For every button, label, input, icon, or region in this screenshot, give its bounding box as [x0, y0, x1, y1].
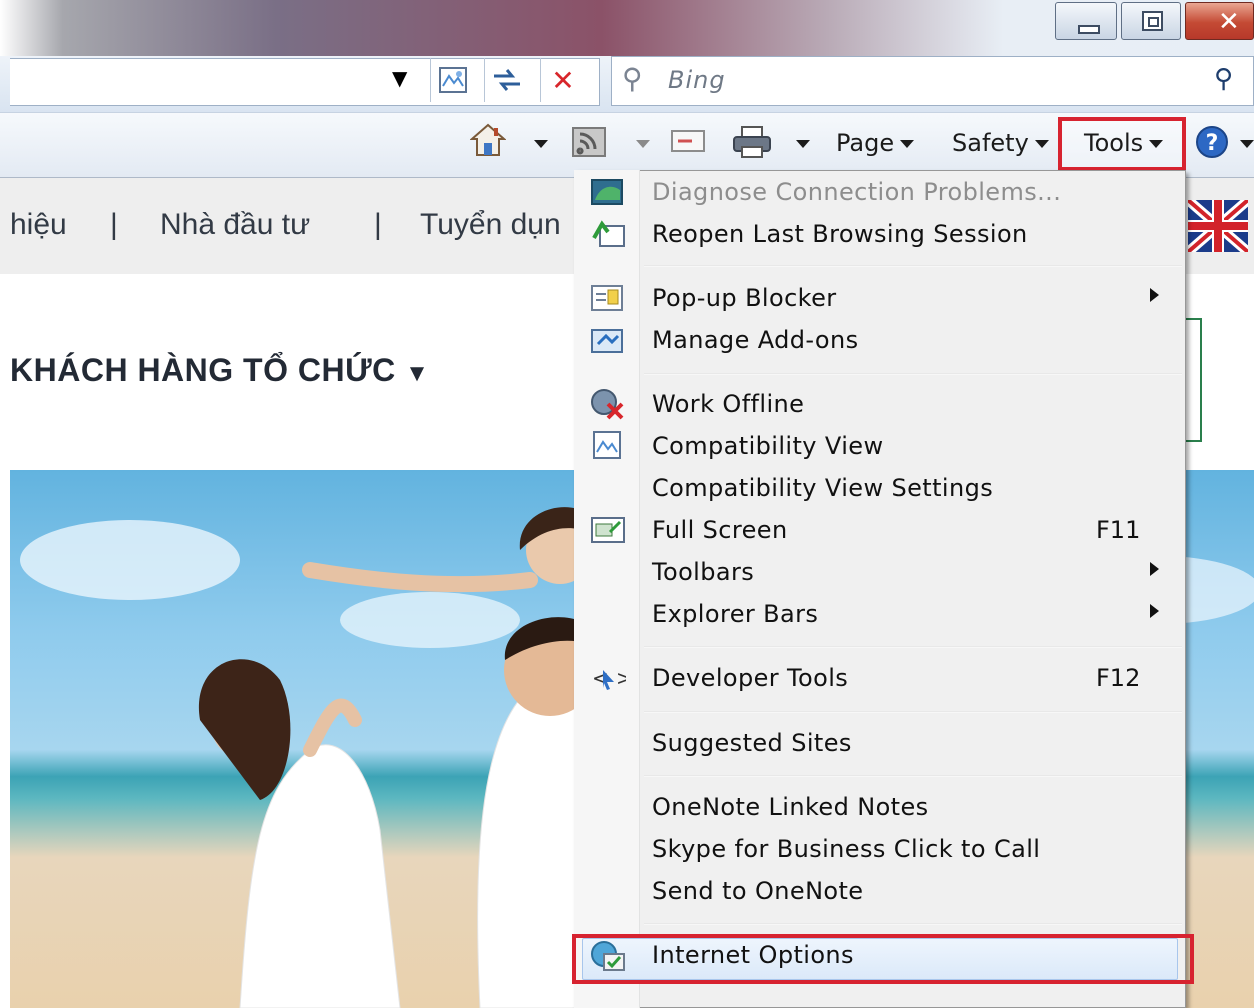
menu-item-compatibility-view-settings[interactable]: Compatibility View Settings: [652, 474, 993, 502]
menu-separator: [644, 775, 1182, 777]
feeds-icon: [572, 127, 606, 157]
menu-separator: [644, 265, 1182, 267]
home-dropdown[interactable]: [528, 129, 548, 157]
chevron-down-icon: ▼: [405, 360, 430, 387]
full-screen-icon: [591, 517, 625, 543]
read-mail-icon: [671, 130, 705, 152]
help-button[interactable]: ?: [1196, 125, 1232, 167]
menu-separator: [644, 711, 1182, 713]
menu-item-compatibility-view[interactable]: Compatibility View: [652, 432, 883, 460]
popup-blocker-icon: [591, 285, 623, 311]
chevron-down-icon: [1240, 140, 1254, 148]
english-flag-icon[interactable]: [1188, 200, 1248, 252]
section-title[interactable]: KHÁCH HÀNG TỔ CHỨC ▼: [10, 352, 429, 389]
nav-link-gioi-thieu[interactable]: hiệu: [10, 208, 67, 242]
help-icon: ?: [1196, 126, 1228, 158]
safety-menu-label: Safety: [952, 129, 1029, 157]
stop-button[interactable]: ✕: [540, 58, 585, 102]
help-dropdown[interactable]: [1234, 129, 1254, 157]
tools-menu-button[interactable]: Tools: [1084, 129, 1164, 157]
safety-menu-button[interactable]: Safety: [952, 129, 1049, 157]
chevron-down-icon: [1034, 140, 1049, 148]
svg-text:?: ?: [1206, 131, 1219, 156]
feeds-button[interactable]: [572, 127, 606, 163]
stop-icon: ✕: [551, 63, 575, 97]
submenu-arrow-icon: [1150, 288, 1159, 302]
print-icon: [733, 126, 771, 158]
chevron-down-icon: [796, 140, 810, 148]
command-bar: Page Safety Tools ?: [0, 112, 1254, 178]
developer-tools-shortcut: F12: [1096, 664, 1141, 692]
compatibility-view-icon: [593, 431, 621, 459]
restore-icon: [1142, 11, 1163, 31]
chevron-down-icon: [900, 140, 915, 148]
diagnose-icon: [591, 179, 623, 205]
refresh-button[interactable]: [484, 58, 529, 102]
home-icon: [469, 123, 507, 156]
submenu-arrow-icon: [1150, 604, 1159, 618]
page-menu-label: Page: [836, 129, 895, 157]
menu-item-explorer-bars[interactable]: Explorer Bars: [652, 600, 818, 628]
chevron-down-icon: [534, 140, 548, 148]
menu-item-diagnose-connection[interactable]: Diagnose Connection Problems...: [652, 178, 1061, 206]
section-title-text: KHÁCH HÀNG TỔ CHỨC: [10, 352, 396, 388]
internet-options-highlight-box: [572, 934, 1194, 984]
search-provider-icon: ⚲: [622, 62, 643, 95]
menu-item-toolbars[interactable]: Toolbars: [652, 558, 754, 586]
home-button[interactable]: [469, 123, 507, 163]
menu-item-manage-addons[interactable]: Manage Add-ons: [652, 326, 859, 354]
refresh-icon: [494, 69, 520, 91]
menu-separator: [644, 923, 1182, 925]
chevron-down-icon: [1149, 140, 1164, 148]
tools-menu-label: Tools: [1084, 129, 1144, 157]
close-button[interactable]: ✕: [1185, 2, 1254, 40]
page-menu-button[interactable]: Page: [836, 129, 915, 157]
menu-item-skype-click-to-call[interactable]: Skype for Business Click to Call: [652, 835, 1040, 863]
search-icon[interactable]: ⚲: [1214, 64, 1233, 94]
menu-item-popup-blocker[interactable]: Pop-up Blocker: [652, 284, 837, 312]
compatibility-view-button[interactable]: [430, 58, 475, 102]
menu-item-full-screen[interactable]: Full Screen: [652, 516, 788, 544]
nav-link-tuyen-dung[interactable]: Tuyển dụn: [420, 208, 561, 242]
menu-item-work-offline[interactable]: Work Offline: [652, 390, 804, 418]
reopen-icon: [592, 220, 625, 247]
chevron-down-icon: [636, 140, 650, 148]
menu-item-developer-tools[interactable]: Developer Tools: [652, 664, 848, 692]
side-panel-border: [1186, 318, 1202, 442]
nav-separator: |: [110, 208, 118, 241]
work-offline-icon: [591, 389, 624, 420]
address-dropdown-icon[interactable]: ▼: [392, 66, 407, 90]
nav-link-nha-dau-tu[interactable]: Nhà đầu tư: [160, 208, 310, 242]
menu-item-send-to-onenote[interactable]: Send to OneNote: [652, 877, 863, 905]
read-mail-button[interactable]: [670, 127, 706, 161]
menu-item-reopen-session[interactable]: Reopen Last Browsing Session: [652, 220, 1028, 248]
submenu-arrow-icon: [1150, 562, 1159, 576]
svg-text:>: >: [616, 666, 626, 690]
menu-item-suggested-sites[interactable]: Suggested Sites: [652, 729, 852, 757]
compatibility-view-icon: [439, 67, 467, 93]
print-button[interactable]: [732, 125, 772, 165]
window-controls: ✕: [1055, 2, 1254, 42]
feeds-dropdown[interactable]: [630, 129, 650, 157]
nav-separator: |: [374, 208, 382, 241]
menu-separator: [644, 646, 1182, 648]
restore-button[interactable]: [1121, 2, 1181, 40]
developer-tools-icon: < >: [592, 666, 626, 690]
menu-item-onenote-linked-notes[interactable]: OneNote Linked Notes: [652, 793, 929, 821]
search-input[interactable]: Bing: [668, 66, 726, 94]
print-dropdown[interactable]: [790, 129, 810, 157]
close-icon: ✕: [1218, 7, 1240, 37]
minimize-button[interactable]: [1055, 2, 1117, 40]
menu-separator: [644, 373, 1182, 375]
full-screen-shortcut: F11: [1096, 516, 1141, 544]
addons-icon: [591, 329, 623, 353]
minimize-icon: [1078, 25, 1100, 34]
address-bar: ▼ ✕ ⚲ Bing ⚲: [0, 56, 1254, 112]
